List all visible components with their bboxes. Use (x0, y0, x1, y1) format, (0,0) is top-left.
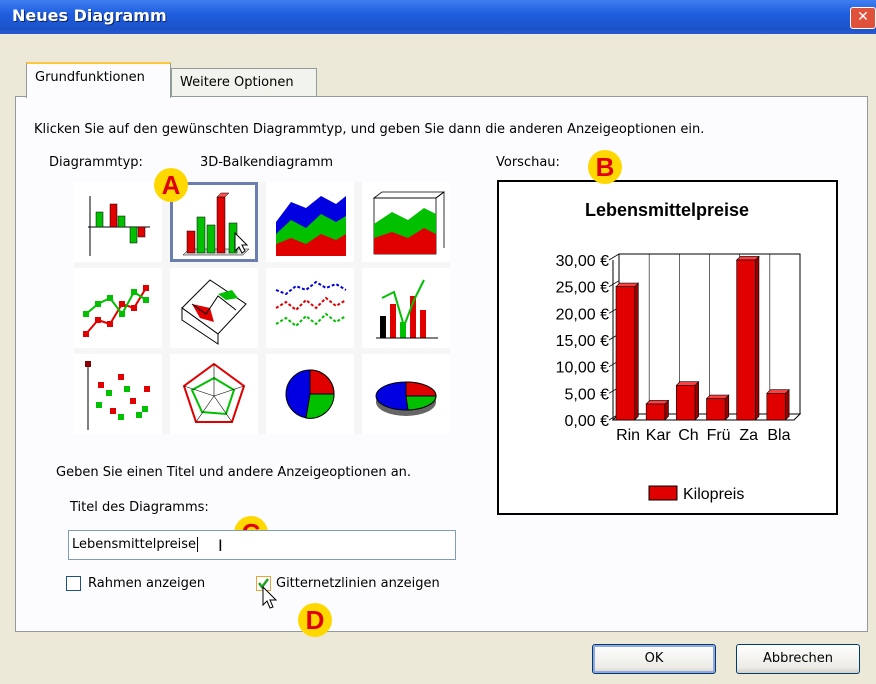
frame-checkbox[interactable] (66, 576, 81, 591)
chart-type-grid (74, 182, 450, 434)
bar (706, 398, 726, 421)
bar-side (694, 381, 699, 421)
bar-top (615, 282, 640, 287)
radar-chart-icon[interactable] (170, 354, 258, 434)
options-hint: Geben Sie einen Titel und andere Anzeige… (56, 465, 412, 480)
bar-top (645, 400, 670, 405)
callout-a: A (154, 168, 188, 202)
bar-side (755, 255, 760, 421)
tab-label: Grundfunktionen (35, 70, 145, 85)
bar (615, 286, 636, 421)
3d-pie-chart-icon[interactable] (362, 354, 450, 434)
area-chart-icon[interactable] (266, 182, 354, 262)
x-tick-label: Kar (646, 427, 672, 444)
x-tick-label: Ch (678, 427, 698, 444)
x-tick-label: Frü (707, 427, 731, 444)
chart-preview: Lebensmittelpreise 0,00 € 5,00 € 10,00 € 15,… (497, 180, 838, 515)
tab-label: Weitere Optionen (180, 75, 294, 90)
chart-type-label: Diagrammtyp: (49, 155, 143, 170)
bar-top (675, 381, 700, 386)
tab-weitere-optionen[interactable]: Weitere Optionen (171, 68, 317, 98)
chart-type-value: 3D-Balkendiagramm (200, 155, 334, 170)
bar (645, 403, 666, 421)
y-tick-label: 0,00 € (565, 413, 610, 430)
y-tick-label: 15,00 € (556, 333, 609, 350)
bar-top (735, 256, 760, 261)
close-button[interactable]: ✕ (850, 7, 876, 29)
ibeam-cursor-icon: I (218, 536, 223, 555)
legend-label: Kilopreis (683, 486, 744, 503)
step-line-chart-icon[interactable] (266, 268, 354, 348)
tab-grundfunktionen[interactable]: Grundfunktionen (26, 62, 171, 98)
bar-top (766, 389, 790, 394)
bar-side (785, 389, 790, 421)
cancel-button[interactable]: Abbrechen (736, 644, 860, 674)
bar-side (634, 282, 639, 421)
pie-chart-icon[interactable] (266, 354, 354, 434)
y-tick-label: 30,00 € (556, 253, 609, 270)
preview-label: Vorschau: (496, 155, 560, 170)
frame-checkbox-label: Rahmen anzeigen (88, 576, 206, 591)
bar-side (724, 394, 730, 421)
y-tick-label: 10,00 € (556, 360, 609, 377)
ok-button[interactable]: OK (592, 644, 716, 674)
ok-label: OK (644, 651, 664, 666)
y-tick-label: 20,00 € (556, 306, 609, 323)
mouse-pointer-icon (262, 586, 278, 609)
title-field-label: Titel des Diagramms: (70, 500, 209, 515)
text-cursor (197, 537, 203, 552)
callout-d: D (298, 603, 332, 637)
combo-chart-icon[interactable] (362, 268, 450, 348)
bar-top (705, 394, 730, 399)
legend-swatch (648, 485, 678, 501)
close-icon: ✕ (857, 9, 869, 25)
3d-area-chart-icon[interactable] (362, 182, 450, 262)
cancel-label: Abbrechen (762, 651, 834, 666)
bar (736, 259, 756, 421)
x-tick-label: Za (739, 427, 758, 444)
preview-chart: Lebensmittelpreise 0,00 € 5,00 € 10,00 € 15,… (556, 200, 802, 503)
bar (766, 393, 786, 421)
instructions-text: Klicken Sie auf den gewünschten Diagramm… (34, 122, 705, 137)
grid-checkbox-label: Gitternetzlinien anzeigen (276, 576, 440, 591)
y-tick-label: 5,00 € (565, 386, 610, 403)
callout-b: B (588, 150, 622, 184)
y-tick (608, 253, 620, 261)
scatter-chart-icon[interactable] (74, 354, 162, 434)
chart-title: Lebensmittelpreise (585, 200, 749, 220)
x-tick-label: Rin (616, 427, 640, 444)
chart-title-input[interactable]: Lebensmittelpreise (68, 530, 456, 560)
window-title: Neues Diagramm (12, 6, 167, 25)
title-bar: Neues Diagramm ✕ (0, 0, 876, 34)
x-tick-label: Bla (767, 427, 790, 444)
bar (676, 385, 696, 421)
chart-title-value: Lebensmittelpreise (72, 537, 197, 552)
3d-line-chart-icon[interactable] (170, 268, 258, 348)
line-chart-icon[interactable] (74, 268, 162, 348)
y-tick-label: 25,00 € (556, 280, 609, 297)
bar-chart-icon[interactable] (74, 182, 162, 262)
